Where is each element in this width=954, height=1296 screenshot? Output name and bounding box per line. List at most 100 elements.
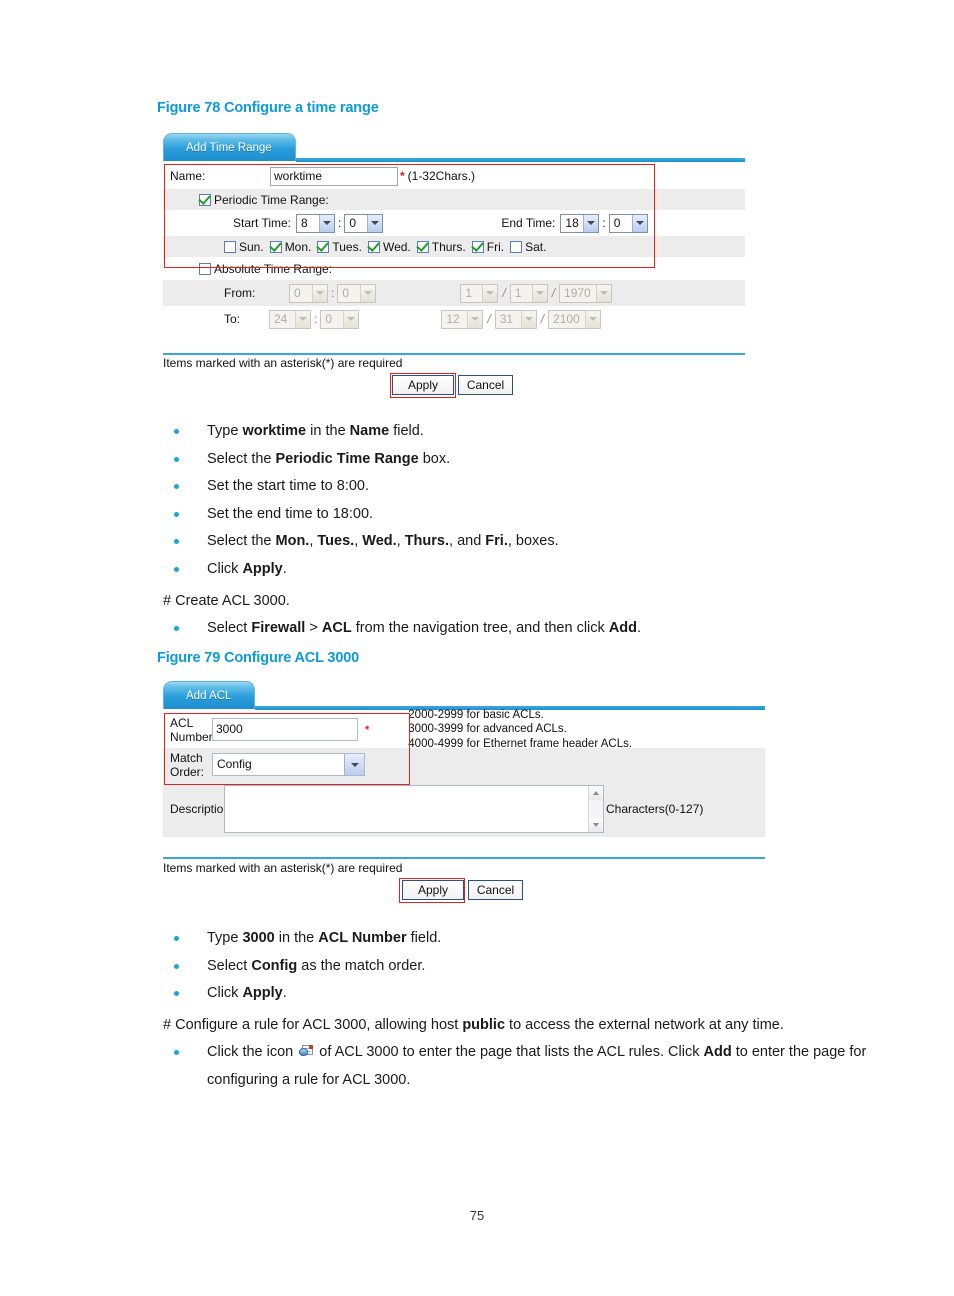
list-item: Type worktime in the Name field.: [163, 418, 883, 446]
chevron-down-icon: [596, 284, 612, 302]
time-range-apply-button[interactable]: Apply: [392, 375, 454, 395]
steps-navigate-acl: Select Firewall > ACL from the navigatio…: [163, 615, 923, 643]
chevron-down-icon: [367, 214, 383, 232]
time-range-buttons: Apply Cancel: [392, 375, 513, 395]
start-time-colon: :: [338, 216, 342, 230]
to-year-select[interactable]: 2100: [548, 309, 602, 329]
description-textarea[interactable]: [224, 785, 604, 833]
to-day-select[interactable]: 31: [494, 309, 537, 329]
list-item: Select Config as the match order.: [163, 953, 923, 981]
row-acl-number: ACL Number: 3000 * 2000-2999 for basic A…: [163, 709, 765, 750]
end-hour-value: 18: [565, 215, 579, 230]
acl-form-divider: [163, 857, 765, 859]
day-label-thurs: Thurs.: [431, 239, 466, 254]
day-checkbox-mon[interactable]: [269, 240, 282, 253]
row-match-order: Match Order: Config: [163, 748, 765, 781]
day-checkbox-thurs[interactable]: [416, 240, 429, 253]
acl-apply-button[interactable]: Apply: [402, 880, 464, 900]
time-range-form: Name: worktime * (1-32Chars.) Periodic T…: [163, 163, 745, 332]
figure-79-caption: Figure 79 Configure ACL 3000: [157, 650, 360, 666]
end-minute-select[interactable]: 0: [608, 213, 648, 233]
list-item: Select the Mon., Tues., Wed., Thurs., an…: [163, 528, 883, 556]
absolute-time-range-label: Absolute Time Range:: [214, 261, 333, 276]
time-range-form-divider: [163, 353, 745, 355]
acl-number-input[interactable]: 3000: [212, 718, 358, 741]
from-minute-value: 0: [342, 285, 350, 300]
start-time-label: Start Time:: [233, 216, 292, 230]
bullet-dot-icon: [174, 539, 179, 544]
absolute-time-range-checkbox[interactable]: [199, 262, 211, 275]
steps-acl-config: Type 3000 in the ACL Number field. Selec…: [163, 925, 923, 1008]
end-minute-value: 0: [613, 215, 621, 230]
start-hour-select[interactable]: 8: [296, 213, 336, 233]
to-time-colon: :: [314, 312, 318, 326]
chevron-down-icon: [531, 284, 547, 302]
from-minute-select[interactable]: 0: [337, 283, 377, 303]
steps-acl-rule: Click the icon of ACL 3000 to enter the …: [163, 1039, 893, 1094]
day-checkbox-fri[interactable]: [471, 240, 484, 253]
to-minute-select[interactable]: 0: [320, 309, 360, 329]
to-hour-select[interactable]: 24: [269, 309, 311, 329]
scroll-up-icon[interactable]: [589, 786, 603, 800]
match-order-select[interactable]: Config: [212, 753, 365, 776]
list-item-text: Select the Periodic Time Range box.: [207, 450, 451, 467]
description-scrollbar[interactable]: [588, 786, 603, 832]
chevron-down-icon: [631, 214, 647, 232]
from-year-select[interactable]: 1970: [559, 283, 613, 303]
tab-add-time-range[interactable]: Add Time Range: [163, 133, 296, 161]
name-input[interactable]: worktime: [270, 166, 398, 186]
row-absolute: Absolute Time Range:: [163, 257, 745, 280]
chevron-down-icon: [482, 284, 498, 302]
list-item: Set the start time to 8:00.: [163, 473, 883, 501]
day-checkbox-tues[interactable]: [317, 240, 330, 253]
day-checkbox-sat[interactable]: [510, 240, 523, 253]
chevron-down-icon: [343, 310, 359, 328]
chevron-down-icon: [295, 310, 310, 328]
from-hour-select[interactable]: 0: [289, 283, 328, 303]
day-label-fri: Fri.: [486, 239, 505, 254]
list-item-text: Set the end time to 18:00.: [207, 505, 374, 522]
day-label-mon: Mon.: [284, 239, 312, 254]
row-from: From: 0 : 0 1 / 1 / 1970: [163, 280, 745, 306]
time-range-cancel-button[interactable]: Cancel: [458, 375, 513, 395]
end-time-colon: :: [602, 216, 606, 230]
description-label: Description:: [170, 802, 234, 816]
to-month-select[interactable]: 12: [441, 309, 484, 329]
day-checkbox-sun[interactable]: [224, 240, 236, 253]
list-item: Select Firewall > ACL from the navigatio…: [163, 615, 923, 643]
match-order-label: Match Order:: [170, 750, 205, 779]
day-label-wed: Wed.: [382, 239, 411, 254]
bullet-dot-icon: [174, 484, 179, 489]
end-hour-select[interactable]: 18: [560, 213, 600, 233]
start-minute-select[interactable]: 0: [344, 213, 384, 233]
periodic-time-range-checkbox[interactable]: [199, 193, 211, 206]
acl-number-label: ACL Number:: [170, 715, 217, 744]
to-minute-value: 0: [325, 311, 333, 326]
from-time-colon: :: [331, 286, 335, 300]
scroll-down-icon[interactable]: [589, 818, 603, 832]
page-number: 75: [469, 1208, 485, 1223]
chevron-down-icon: [585, 310, 601, 328]
chevron-down-icon: [520, 310, 536, 328]
description-characters-hint: Characters(0-127): [606, 802, 704, 816]
acl-rules-icon: [299, 1045, 314, 1058]
bullet-dot-icon: [174, 511, 179, 517]
bullet-dot-icon: [174, 1050, 179, 1055]
chevron-down-icon: [467, 310, 483, 328]
acl-required-note: Items marked with an asterisk(*) are req…: [163, 861, 403, 875]
bullet-dot-icon: [174, 991, 179, 996]
chevron-down-icon: [360, 284, 376, 302]
tab-add-time-range-label: Add Time Range: [186, 141, 272, 154]
list-item-text: Click the icon of ACL 3000 to enter the …: [207, 1044, 867, 1088]
acl-cancel-button[interactable]: Cancel: [468, 880, 523, 900]
chevron-down-icon: [344, 754, 364, 775]
from-day-select[interactable]: 1: [509, 283, 548, 303]
tab-add-acl[interactable]: Add ACL: [163, 681, 255, 709]
from-month-select[interactable]: 1: [460, 283, 499, 303]
list-item: Click Apply.: [163, 556, 883, 584]
row-start-end-time: Start Time: 8 : 0 End Time: 18 : 0: [163, 210, 745, 236]
day-checkbox-wed[interactable]: [367, 240, 380, 253]
bullet-dot-icon: [174, 429, 179, 434]
acl-number-required-asterisk: *: [365, 723, 370, 736]
list-item-text: Click Apply.: [207, 985, 287, 1001]
